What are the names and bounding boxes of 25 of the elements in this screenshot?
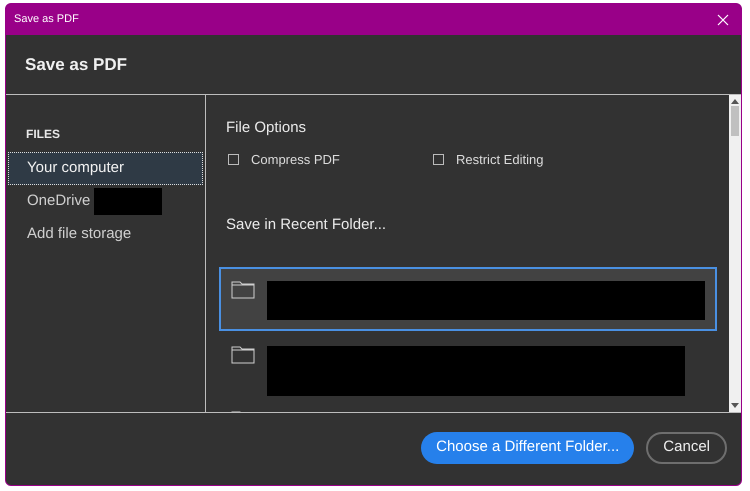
sidebar-item-label: OneDrive — [27, 191, 90, 212]
sidebar-item-label: Your computer — [27, 158, 124, 178]
sidebar-item[interactable]: Your computer — [8, 152, 203, 185]
choose-folder-button[interactable]: Choose a Different Folder... — [421, 432, 634, 464]
sidebar-item[interactable]: OneDrive — [8, 185, 203, 218]
dialog-title: Save as PDF — [25, 54, 128, 76]
option-checkbox[interactable]: Compress PDF — [228, 150, 433, 169]
sidebar-item-label: Add file storage — [27, 224, 132, 244]
folder-icon — [231, 278, 255, 298]
folder-icon — [231, 344, 255, 364]
scrollbar[interactable] — [729, 95, 741, 412]
cancel-button[interactable]: Cancel — [646, 432, 727, 464]
close-icon[interactable] — [717, 14, 729, 26]
section-heading: Save in Recent Folder... — [225, 215, 388, 235]
sidebar-item[interactable]: Add file storage — [8, 218, 203, 251]
recent-folder-item[interactable] — [219, 266, 717, 330]
scrollbar-thumb[interactable] — [731, 106, 739, 136]
option-checkbox[interactable]: Restrict Editing — [433, 150, 638, 169]
scroll-up-icon[interactable] — [731, 98, 739, 104]
section-heading: File Options — [225, 118, 308, 138]
sidebar-heading: FILES — [25, 126, 62, 143]
checkbox[interactable] — [228, 154, 239, 165]
scroll-down-icon[interactable] — [731, 403, 739, 409]
window-title: Save as PDF — [14, 12, 79, 28]
checkbox[interactable] — [433, 154, 444, 165]
